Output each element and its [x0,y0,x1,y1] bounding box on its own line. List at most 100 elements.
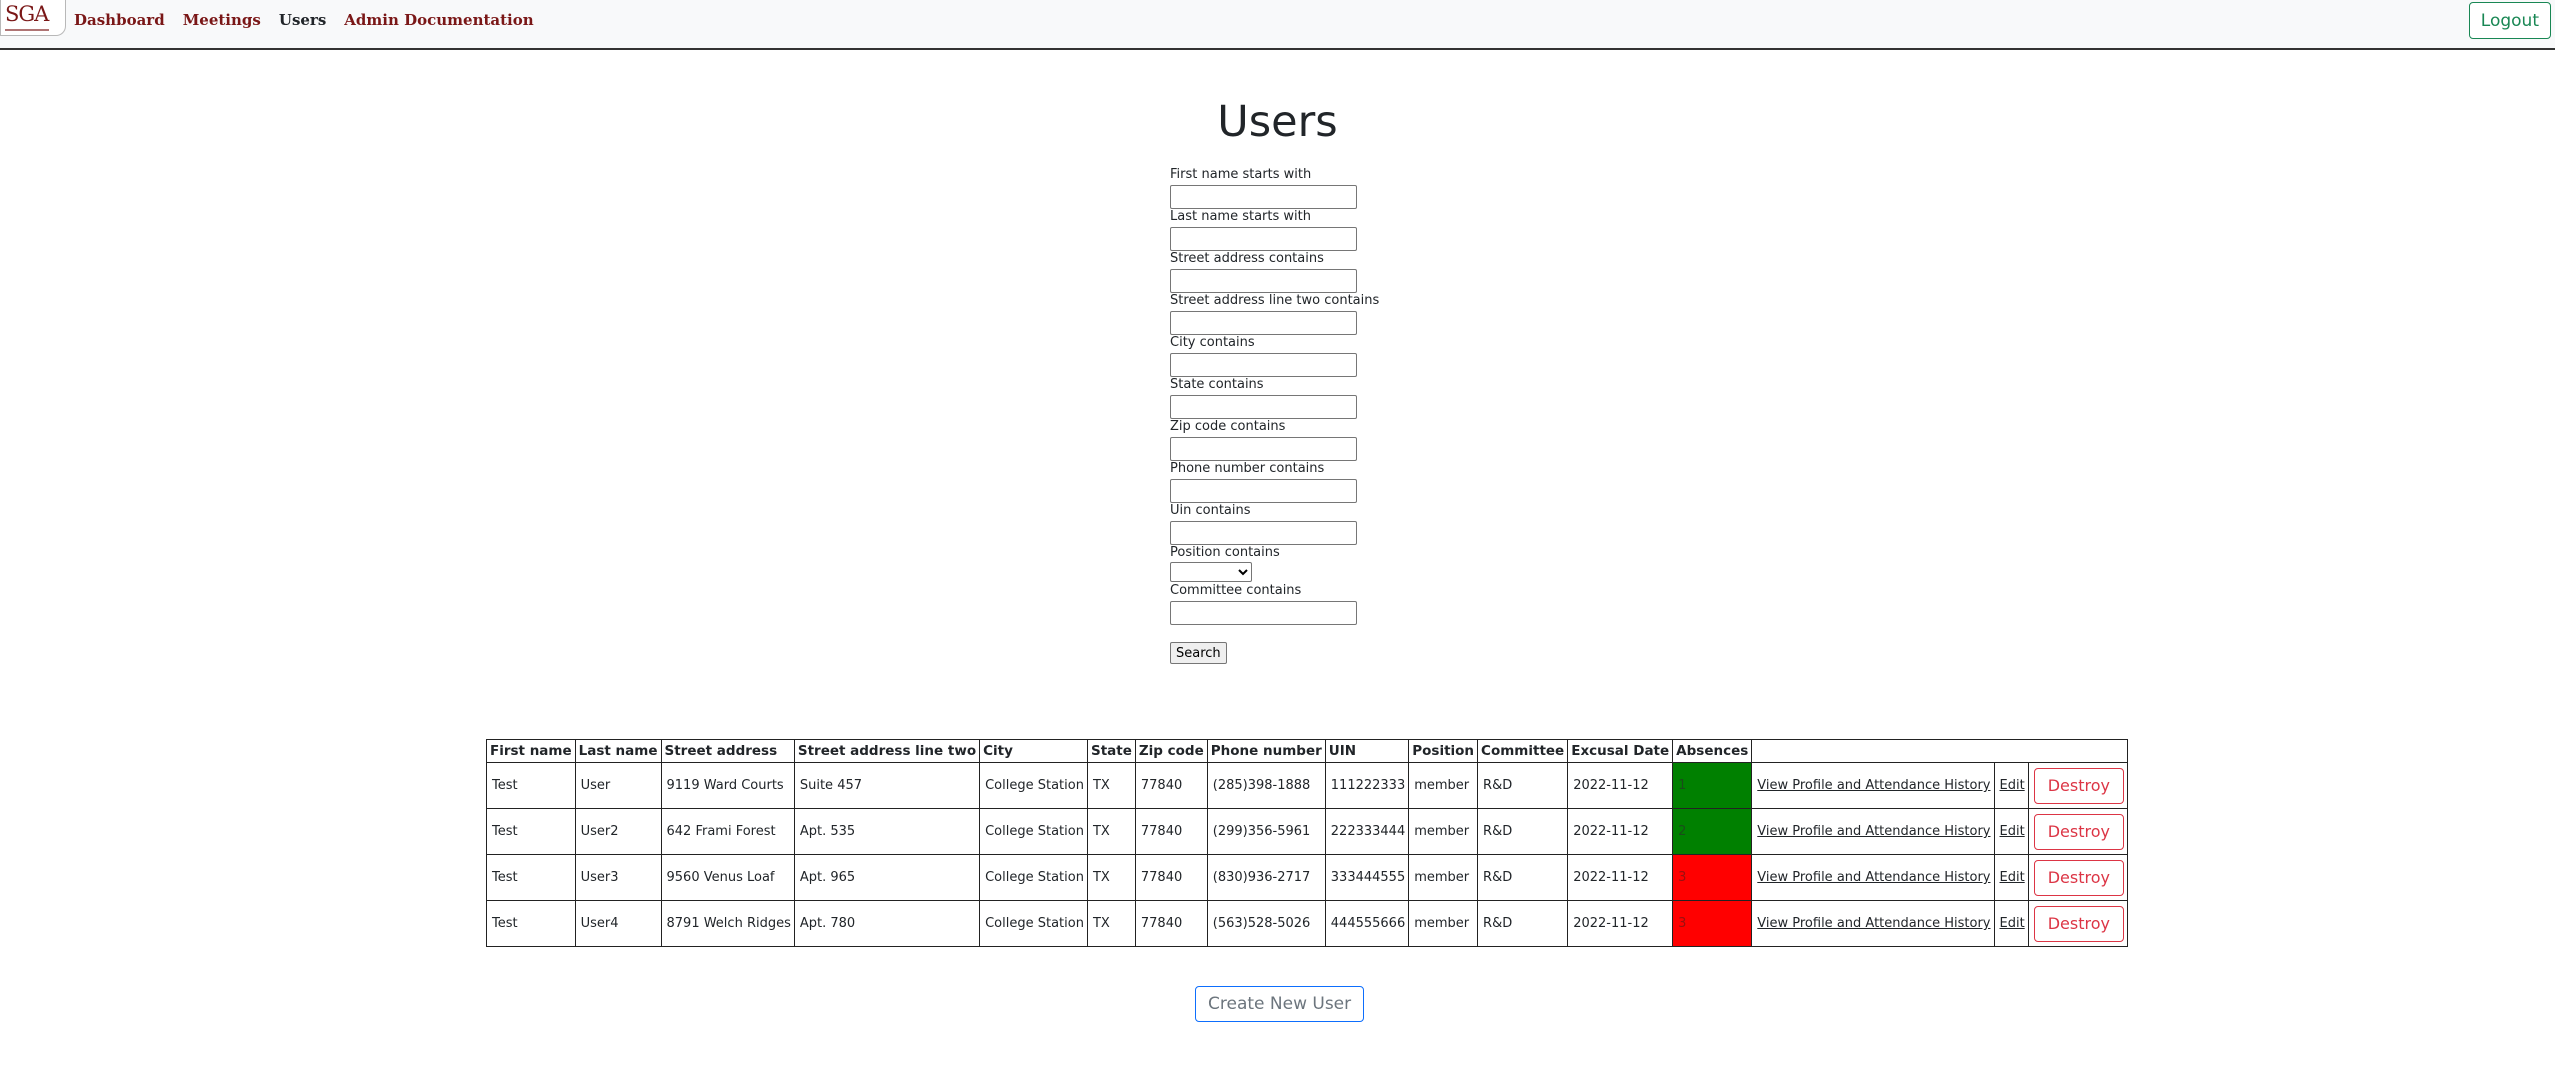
header-state: State [1086,739,1136,763]
header-uin: UIN [1324,739,1410,763]
filter-phone: Phone number contains [1170,461,1430,503]
header-last-name: Last name [574,739,662,763]
nav-link-dashboard[interactable]: Dashboard [74,11,165,29]
cell-edit-link: Edit [1993,762,2029,809]
committee-input[interactable] [1170,601,1357,625]
first-name-label: First name starts with [1170,167,1312,182]
cell-absences: 2 [1672,808,1753,855]
cell-zip: 77840 [1134,854,1208,901]
cell-uin: 444555666 [1324,900,1410,947]
city-input[interactable] [1170,353,1357,377]
filter-zip: Zip code contains [1170,419,1430,461]
create-new-user-button[interactable]: Create New User [1195,986,1365,1022]
sga-logo[interactable]: SGA [0,0,66,36]
cell-edit-link: Edit [1993,854,2029,901]
cell-position: member [1408,854,1479,901]
cell-view-link: View Profile and Attendance History [1751,854,1995,901]
cell-excusal-date: 2022-11-12 [1567,762,1674,809]
cell-first-name: Test [486,762,576,809]
cell-state: TX [1086,900,1136,947]
state-input[interactable] [1170,395,1357,419]
uin-label: Uin contains [1170,503,1251,518]
logo-underline [5,29,49,31]
phone-input[interactable] [1170,479,1357,503]
cell-first-name: Test [486,900,576,947]
cell-uin: 222333444 [1324,808,1410,855]
cell-phone: (285)398-1888 [1206,762,1326,809]
uin-input[interactable] [1170,521,1357,545]
cell-street: 642 Frami Forest [660,808,795,855]
city-label: City contains [1170,335,1255,350]
view-profile-link[interactable]: View Profile and Attendance History [1757,824,1990,839]
filter-last-name: Last name starts with [1170,209,1430,251]
street-input[interactable] [1170,269,1357,293]
cell-committee: R&D [1477,762,1569,809]
filter-street2: Street address line two contains [1170,293,1430,335]
destroy-button[interactable]: Destroy [2033,767,2124,804]
filter-position: Position contains [1170,545,1430,583]
header-zip: Zip code [1134,739,1208,763]
view-profile-link[interactable]: View Profile and Attendance History [1757,916,1990,931]
cell-view-link: View Profile and Attendance History [1751,762,1995,809]
header-first-name: First name [486,739,576,763]
cell-position: member [1408,762,1479,809]
nav-link-admin-documentation[interactable]: Admin Documentation [344,11,533,29]
cell-excusal-date: 2022-11-12 [1567,900,1674,947]
cell-phone: (299)356-5961 [1206,808,1326,855]
search-button[interactable]: Search [1170,642,1227,664]
edit-link[interactable]: Edit [2000,870,2025,885]
edit-link[interactable]: Edit [2000,778,2025,793]
cell-street2: Apt. 780 [793,900,981,947]
users-table: First name Last name Street address Stre… [486,739,2128,947]
cell-street2: Apt. 535 [793,808,981,855]
cell-first-name: Test [486,854,576,901]
cell-destroy: Destroy [2027,808,2128,855]
cell-zip: 77840 [1134,762,1208,809]
view-profile-link[interactable]: View Profile and Attendance History [1757,870,1990,885]
cell-state: TX [1086,762,1136,809]
last-name-input[interactable] [1170,227,1357,251]
header-position: Position [1408,739,1479,763]
logout-button[interactable]: Logout [2468,2,2551,39]
view-profile-link[interactable]: View Profile and Attendance History [1757,778,1990,793]
filter-uin: Uin contains [1170,503,1430,545]
cell-excusal-date: 2022-11-12 [1567,808,1674,855]
table-row: Test User3 9560 Venus Loaf Apt. 965 Coll… [486,854,2128,901]
cell-position: member [1408,900,1479,947]
edit-link[interactable]: Edit [2000,824,2025,839]
cell-view-link: View Profile and Attendance History [1751,900,1995,947]
cell-excusal-date: 2022-11-12 [1567,854,1674,901]
position-select[interactable] [1170,562,1252,582]
logo-text: SGA [5,2,49,26]
cell-city: College Station [979,854,1088,901]
nav-link-meetings[interactable]: Meetings [183,11,261,29]
street2-label: Street address line two contains [1170,293,1380,308]
page-title: Users [1217,97,1338,147]
nav-link-users[interactable]: Users [279,11,326,29]
header-phone: Phone number [1206,739,1326,763]
cell-destroy: Destroy [2027,900,2128,947]
zip-input[interactable] [1170,437,1357,461]
committee-label: Committee contains [1170,583,1302,598]
table-header-row: First name Last name Street address Stre… [486,739,2128,763]
cell-phone: (830)936-2717 [1206,854,1326,901]
cell-first-name: Test [486,808,576,855]
edit-link[interactable]: Edit [2000,916,2025,931]
table-row: Test User 9119 Ward Courts Suite 457 Col… [486,762,2128,809]
user-filter-form: First name starts with Last name starts … [1170,167,1430,664]
cell-phone: (563)528-5026 [1206,900,1326,947]
cell-state: TX [1086,854,1136,901]
header-city: City [979,739,1088,763]
destroy-button[interactable]: Destroy [2033,813,2124,850]
cell-view-link: View Profile and Attendance History [1751,808,1995,855]
destroy-button[interactable]: Destroy [2033,905,2124,942]
cell-last-name: User [574,762,662,809]
street2-input[interactable] [1170,311,1357,335]
first-name-input[interactable] [1170,185,1357,209]
cell-committee: R&D [1477,808,1569,855]
cell-committee: R&D [1477,900,1569,947]
cell-edit-link: Edit [1993,808,2029,855]
zip-label: Zip code contains [1170,419,1286,434]
destroy-button[interactable]: Destroy [2033,859,2124,896]
header-committee: Committee [1477,739,1569,763]
